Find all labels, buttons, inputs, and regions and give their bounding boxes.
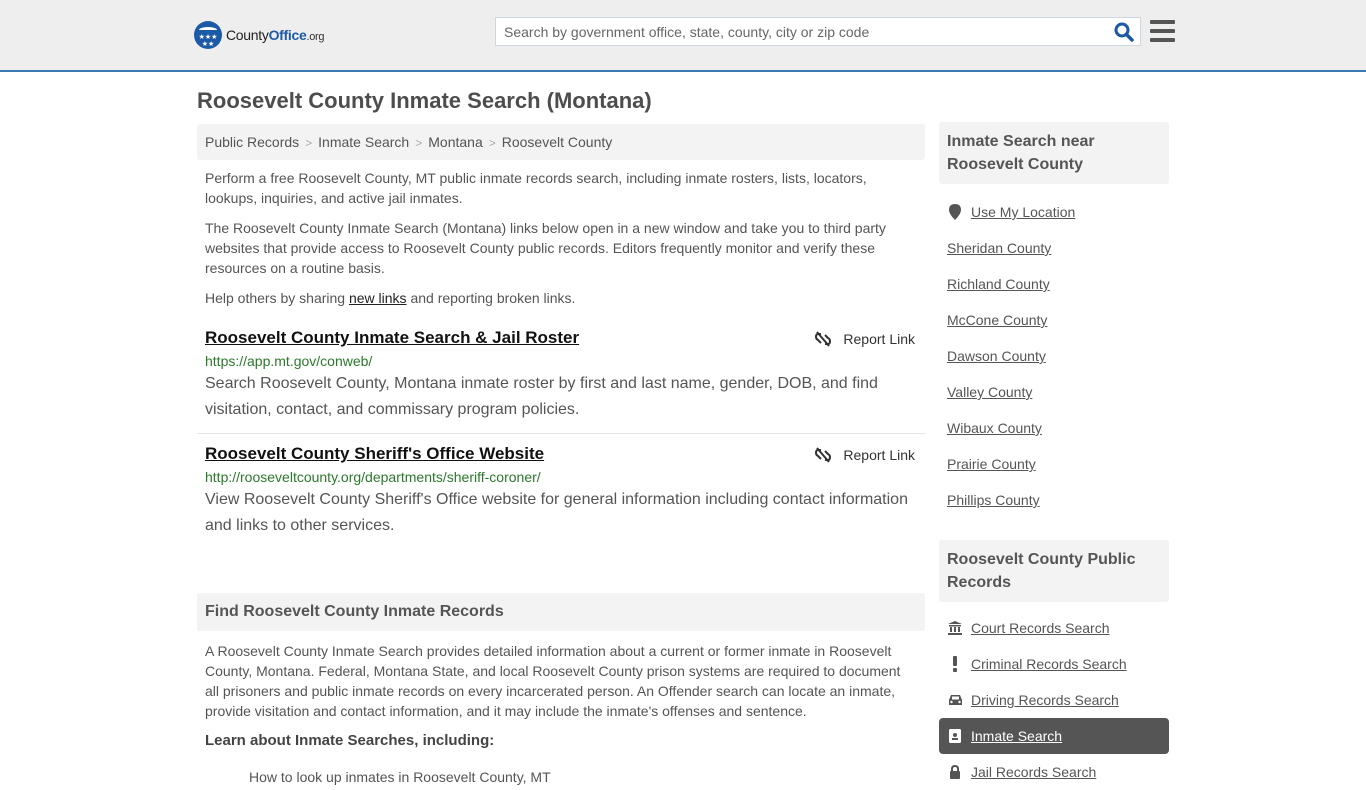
result-item: Roosevelt County Inmate Search & Jail Ro… (197, 318, 925, 434)
breadcrumb-roosevelt-county[interactable]: Roosevelt County (502, 134, 613, 150)
sidebar: Inmate Search near Roosevelt County Use … (939, 122, 1169, 790)
search-input[interactable] (496, 18, 1096, 45)
result-description: View Roosevelt County Sheriff's Office w… (205, 491, 908, 534)
sidebar-item-county[interactable]: Dawson County (947, 338, 1161, 374)
breadcrumb-inmate-search[interactable]: Inmate Search (318, 134, 409, 150)
broken-link-icon (815, 331, 832, 347)
sidebar-item-county[interactable]: Wibaux County (947, 410, 1161, 446)
result-title-link[interactable]: Roosevelt County Inmate Search & Jail Ro… (205, 328, 579, 348)
result-url: http://rooseveltcounty.org/departments/s… (205, 469, 541, 485)
result-title-link[interactable]: Roosevelt County Sheriff's Office Websit… (205, 444, 544, 464)
sidebar-item-driving-records[interactable]: Driving Records Search (939, 682, 1169, 718)
result-item: Roosevelt County Sheriff's Office Websit… (197, 434, 925, 549)
search-button[interactable] (1114, 22, 1134, 42)
intro-text: Perform a free Roosevelt County, MT publ… (197, 160, 925, 308)
report-link-button[interactable]: Report Link (815, 447, 915, 463)
sidebar-item-county[interactable]: Prairie County (947, 446, 1161, 482)
intro-paragraph-1: Perform a free Roosevelt County, MT publ… (205, 170, 867, 206)
main-content: Public Records > Inmate Search > Montana > Roo… (197, 124, 925, 787)
learn-heading: Learn about Inmate Searches, including: (205, 732, 495, 749)
map-marker-icon (947, 204, 963, 220)
sidebar-heading-nearby: Inmate Search near Roosevelt County (939, 122, 1169, 184)
page-title: Roosevelt County Inmate Search (Montana) (197, 88, 652, 113)
section-body: A Roosevelt County Inmate Search provide… (197, 631, 925, 787)
breadcrumb-separator: > (488, 136, 496, 150)
public-records-list: Court Records Search Criminal Records Se… (939, 602, 1169, 790)
breadcrumb-public-records[interactable]: Public Records (205, 134, 299, 150)
hamburger-menu-icon[interactable] (1150, 20, 1175, 42)
sidebar-item-court-records[interactable]: Court Records Search (939, 610, 1169, 646)
id-badge-icon (947, 729, 963, 743)
section-paragraph: A Roosevelt County Inmate Search provide… (205, 643, 901, 719)
section-heading: Find Roosevelt County Inmate Records (197, 593, 925, 631)
breadcrumb-separator: > (305, 136, 313, 150)
car-icon (947, 694, 963, 706)
sidebar-item-county[interactable]: Richland County (947, 266, 1161, 302)
broken-link-icon (815, 447, 832, 463)
sidebar-heading-public-records: Roosevelt County Public Records (939, 540, 1169, 602)
breadcrumb-montana[interactable]: Montana (428, 134, 482, 150)
exclamation-icon (947, 656, 963, 672)
use-my-location[interactable]: Use My Location (947, 194, 1161, 230)
sidebar-item-county[interactable]: McCone County (947, 302, 1161, 338)
breadcrumb-separator: > (415, 136, 423, 150)
lock-icon (947, 765, 963, 779)
logo-text: CountyOffice.org (226, 27, 325, 43)
search-box (495, 17, 1141, 46)
top-header: ★★★ ★★ CountyOffice.org (0, 0, 1366, 72)
sidebar-item-county[interactable]: Valley County (947, 374, 1161, 410)
new-links-link[interactable]: new links (349, 290, 407, 306)
search-icon (1114, 22, 1134, 42)
sidebar-item-criminal-records[interactable]: Criminal Records Search (939, 646, 1169, 682)
result-url: https://app.mt.gov/conweb/ (205, 353, 373, 369)
sidebar-item-county[interactable]: Phillips County (947, 482, 1161, 518)
courthouse-icon (947, 621, 963, 635)
result-description: Search Roosevelt County, Montana inmate … (205, 375, 878, 418)
nearby-county-list: Use My Location Sheridan County Richland… (939, 184, 1169, 518)
sidebar-item-inmate-search[interactable]: Inmate Search (939, 718, 1169, 754)
sidebar-item-county[interactable]: Sheridan County (947, 230, 1161, 266)
intro-paragraph-3: Help others by sharing new links and rep… (205, 290, 576, 306)
intro-paragraph-2: The Roosevelt County Inmate Search (Mont… (205, 220, 886, 276)
sidebar-item-jail-records[interactable]: Jail Records Search (939, 754, 1169, 790)
eagle-logo-icon: ★★★ ★★ (194, 21, 222, 49)
breadcrumb: Public Records > Inmate Search > Montana > Roo… (197, 124, 925, 160)
site-logo[interactable]: ★★★ ★★ CountyOffice.org (194, 21, 325, 49)
learn-list-item: How to look up inmates in Roosevelt Coun… (249, 769, 551, 785)
report-link-button[interactable]: Report Link (815, 331, 915, 347)
